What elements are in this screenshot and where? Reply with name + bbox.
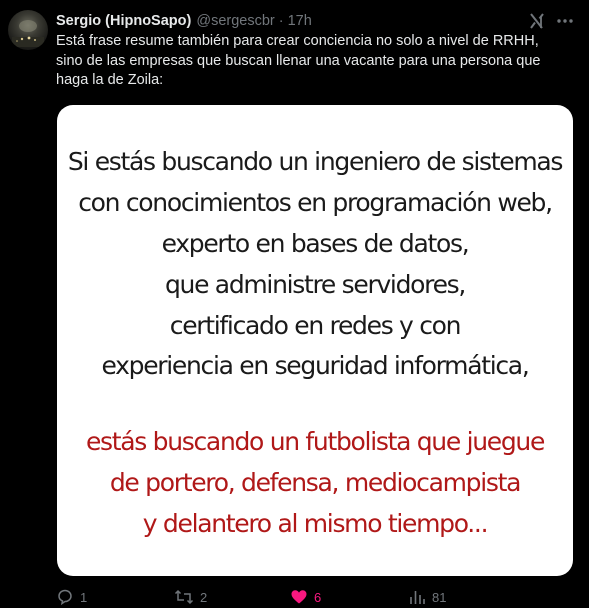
retweet-button[interactable]: 2: [174, 588, 207, 606]
avatar[interactable]: [8, 10, 48, 50]
image-text-line: Si estás buscando un ingeniero de sistem…: [67, 147, 564, 176]
retweet-count: 2: [200, 589, 208, 605]
author-name[interactable]: Sergio (HipnoSapo): [56, 13, 191, 29]
tweet[interactable]: Sergio (HipnoSapo) @sergescbr · 17h Está…: [0, 0, 589, 606]
image-text-line: certificado en redes y con: [169, 311, 462, 340]
reply-button[interactable]: 1: [56, 588, 87, 606]
action-bar: 1 2 6 81: [56, 588, 576, 608]
image-text-line: con conocimientos en programación web,: [78, 188, 553, 217]
image-text-line: y delantero al mismo tiempo...: [142, 509, 489, 538]
separator-dot: ·: [278, 13, 284, 29]
tweet-image[interactable]: Si estás buscando un ingeniero de sistem…: [57, 105, 573, 576]
tweet-text-line: haga la de Zoila:: [56, 72, 164, 88]
like-count: 6: [314, 589, 322, 605]
views-count: 81: [432, 589, 447, 605]
tweet-text: Está frase resume también para crear con…: [56, 32, 578, 91]
more-icon[interactable]: [555, 12, 575, 30]
author-handle[interactable]: @sergescbr: [196, 13, 274, 29]
avatar-image: [12, 20, 44, 47]
tweet-text-line: sino de las empresas que buscan llenar u…: [56, 52, 541, 69]
tweet-text-line: Está frase resume también para crear con…: [56, 33, 539, 49]
heart-icon: [291, 590, 307, 604]
grok-icon[interactable]: [528, 12, 546, 30]
tweet-header: Sergio (HipnoSapo) @sergescbr · 17h: [56, 12, 312, 30]
retweet-icon: [174, 589, 194, 605]
reply-icon: [58, 589, 72, 606]
image-text-line: experto en bases de datos,: [161, 229, 470, 258]
image-text-line: de portero, defensa, mediocampista: [109, 468, 522, 497]
like-button[interactable]: 6: [290, 588, 321, 606]
views-button[interactable]: 81: [408, 588, 446, 606]
image-text-line: estás buscando un futbolista que juegue: [85, 427, 545, 456]
image-text-line: que administre servidores,: [164, 270, 466, 299]
views-icon: [410, 591, 425, 604]
image-text-line: experiencia en seguridad informática,: [101, 351, 530, 380]
reply-count: 1: [80, 589, 88, 605]
timestamp[interactable]: 17h: [288, 13, 312, 29]
